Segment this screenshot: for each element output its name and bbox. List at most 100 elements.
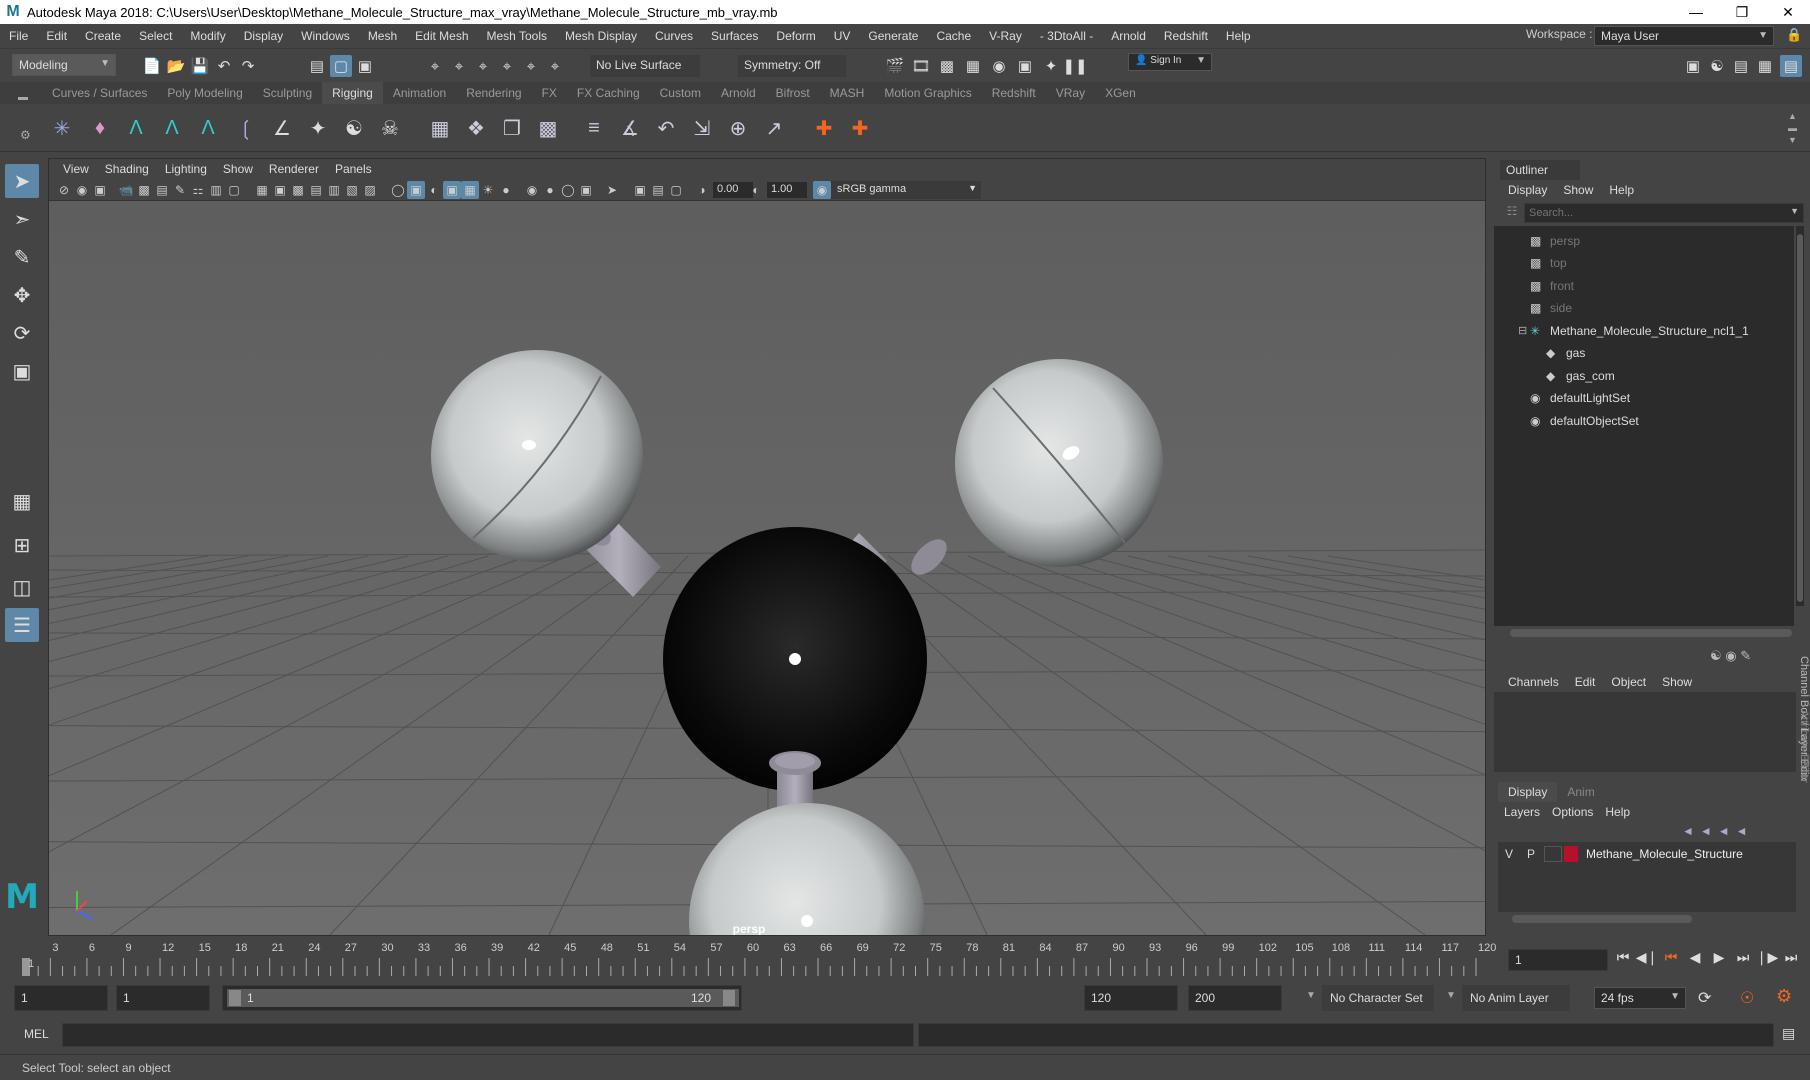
go-to-start-icon[interactable]: ⏮: [1612, 946, 1634, 968]
select-tool-icon[interactable]: ➤: [5, 164, 39, 198]
menu-uv[interactable]: UV: [825, 29, 860, 43]
select-object-icon[interactable]: ▢: [330, 55, 352, 77]
depth-of-field-icon[interactable]: ◯: [559, 181, 577, 199]
paint-weights-icon[interactable]: ✦: [304, 114, 332, 142]
single-perspective-layout-icon[interactable]: ▦: [5, 484, 39, 518]
select-camera-icon[interactable]: ➤: [603, 181, 621, 199]
smooth-shade-icon[interactable]: ▣: [271, 181, 289, 199]
anim-layer-icon[interactable]: ▼: [1446, 990, 1456, 1001]
shelf-tab-xgen[interactable]: XGen: [1095, 82, 1146, 104]
restore-button[interactable]: ❐: [1719, 0, 1765, 24]
channel-box-menu-show[interactable]: Show: [1654, 675, 1700, 689]
camera-lock-icon[interactable]: ◉: [73, 181, 91, 199]
start-time-field[interactable]: 1: [14, 985, 108, 1011]
animation-preferences-icon[interactable]: ⚙: [1776, 986, 1792, 1007]
paint-select-tool-icon[interactable]: ✎: [5, 240, 39, 274]
command-input[interactable]: [62, 1023, 914, 1047]
sign-in-button[interactable]: 👤 Sign In ▼: [1128, 53, 1212, 71]
anti-alias-icon[interactable]: ●: [541, 181, 559, 199]
light-icon[interactable]: ☀: [479, 181, 497, 199]
color-management-icon[interactable]: ◉: [813, 181, 831, 199]
time-slider[interactable]: 1 3 6 9 12 15 18 21 24 27 30 33 36 39 42 45 48 51 54 57 60 63…: [0, 938, 1810, 980]
isolate-select-icon[interactable]: ◯: [389, 181, 407, 199]
hud-icon[interactable]: ▣: [577, 181, 595, 199]
menu-help[interactable]: Help: [1217, 29, 1260, 43]
go-to-end-icon[interactable]: ⏭: [1780, 946, 1802, 968]
menu-select[interactable]: Select: [130, 29, 181, 43]
viewport-menu-view[interactable]: View: [55, 162, 97, 176]
close-button[interactable]: ✕: [1765, 0, 1810, 24]
outliner-layout-icon[interactable]: ☰: [5, 608, 39, 642]
wrap-icon[interactable]: ❐: [498, 114, 526, 142]
viewport-menu-lighting[interactable]: Lighting: [157, 162, 215, 176]
menu-surfaces[interactable]: Surfaces: [702, 29, 767, 43]
play-backwards-icon[interactable]: ◀: [1684, 946, 1706, 968]
menu-modify[interactable]: Modify: [181, 29, 234, 43]
layer-actions-icons[interactable]: ◄◄◄◄: [1682, 824, 1754, 838]
gamma-icon[interactable]: ◐: [747, 181, 765, 199]
frame-selected-icon[interactable]: ▤: [649, 181, 667, 199]
ipr-render-icon[interactable]: ▩: [936, 55, 958, 77]
film-gate-icon[interactable]: ▥: [207, 181, 225, 199]
render-sequence-icon[interactable]: 🎞: [910, 55, 932, 77]
open-scene-icon[interactable]: 📂: [165, 55, 187, 77]
redo-icon[interactable]: ↷: [237, 55, 259, 77]
shelf-tab-curves-surfaces[interactable]: Curves / Surfaces: [42, 82, 157, 104]
smooth-wire-icon[interactable]: ▣: [443, 181, 461, 199]
playback-range-bar[interactable]: 1 120: [222, 985, 742, 1011]
menu-arnold[interactable]: Arnold: [1102, 29, 1155, 43]
step-back-frame-icon[interactable]: ◀❘: [1636, 946, 1659, 968]
shelf-tab-custom[interactable]: Custom: [650, 82, 711, 104]
wireframe-on-shaded-icon[interactable]: ▩: [289, 181, 307, 199]
render-settings-icon[interactable]: ▦: [962, 55, 984, 77]
pause-icon[interactable]: ❚❚: [1062, 55, 1087, 77]
script-language-label[interactable]: MEL: [24, 1027, 49, 1041]
shelf-scroll-icon[interactable]: ▲ ▬ ▼: [1788, 110, 1797, 146]
shelf-tab-motion-graphics[interactable]: Motion Graphics: [874, 82, 981, 104]
cube-shaded-icon[interactable]: ▣: [407, 181, 425, 199]
layer-type-toggle[interactable]: [1544, 846, 1562, 862]
orient-constraint-icon[interactable]: ↶: [652, 114, 680, 142]
shelf-tab-fx[interactable]: FX: [532, 82, 567, 104]
layer-tab-anim[interactable]: Anim: [1557, 782, 1604, 802]
playback-start-field[interactable]: 1: [116, 985, 210, 1011]
parent-constraint-icon[interactable]: ≡: [580, 114, 608, 142]
default-material-icon[interactable]: ◐: [425, 181, 443, 199]
layer-tab-display[interactable]: Display: [1498, 782, 1558, 802]
select-hierarchy-icon[interactable]: ▤: [306, 55, 328, 77]
humanik-icon[interactable]: Λ: [122, 114, 150, 142]
vray-tools-icon[interactable]: ✦: [1040, 55, 1062, 77]
two-view-layout-icon[interactable]: ◫: [5, 570, 39, 604]
grid-icon[interactable]: ⚏: [189, 181, 207, 199]
snap-grid-icon[interactable]: ⌖: [424, 55, 446, 77]
human-ik-icon[interactable]: ☯: [1706, 55, 1728, 77]
layer-playback-toggle[interactable]: P: [1520, 847, 1542, 861]
render-current-icon[interactable]: 🎬: [884, 55, 906, 77]
menu-edit[interactable]: Edit: [37, 29, 76, 43]
shadows-icon[interactable]: ▧: [343, 181, 361, 199]
outliner-search[interactable]: ▼: [1524, 203, 1804, 223]
shelf-tab-redshift[interactable]: Redshift: [982, 82, 1046, 104]
lock-icon[interactable]: 🔒: [1786, 27, 1802, 43]
camera-select-icon[interactable]: ⊘: [55, 181, 73, 199]
outliner-menu-show[interactable]: Show: [1555, 183, 1601, 197]
textured-icon[interactable]: ▤: [307, 181, 325, 199]
live-surface-field[interactable]: No Live Surface: [590, 55, 700, 77]
hypershade-icon[interactable]: ◉: [988, 55, 1010, 77]
snap-view-icon[interactable]: ⌖: [496, 55, 518, 77]
menu-mesh-display[interactable]: Mesh Display: [556, 29, 646, 43]
minimize-button[interactable]: —: [1673, 0, 1719, 24]
ik-fk-switch-icon[interactable]: ✚: [846, 114, 874, 142]
pole-vector-icon[interactable]: ↗: [760, 114, 788, 142]
image-plane-icon[interactable]: ▩: [135, 181, 153, 199]
gamma-field[interactable]: 1.00: [767, 182, 807, 198]
layer-visibility-toggle[interactable]: V: [1498, 847, 1520, 861]
anim-layer-select[interactable]: No Anim Layer: [1462, 985, 1570, 1011]
shelf-tab-rigging[interactable]: Rigging: [322, 82, 383, 104]
save-scene-icon[interactable]: 💾: [189, 55, 211, 77]
menu-3dtoall[interactable]: - 3DtoAll -: [1031, 29, 1102, 43]
shelf-tab-animation[interactable]: Animation: [383, 82, 456, 104]
tool-settings-icon[interactable]: ▦: [1754, 55, 1776, 77]
new-scene-icon[interactable]: 📄: [141, 55, 163, 77]
shelf-tab-poly-modeling[interactable]: Poly Modeling: [157, 82, 252, 104]
